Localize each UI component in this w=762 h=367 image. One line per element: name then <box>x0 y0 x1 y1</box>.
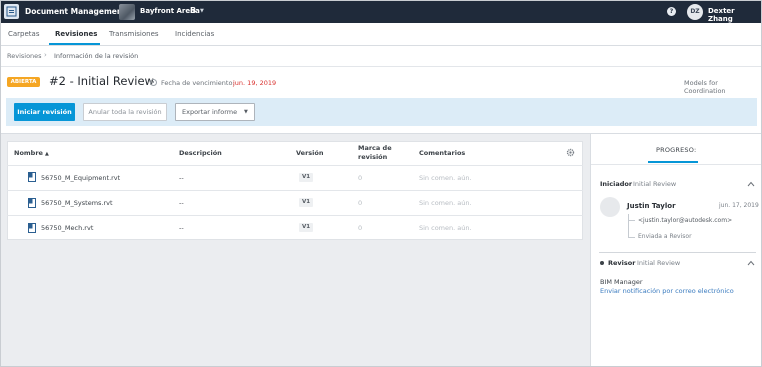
reviewer-label: Revisor <box>608 259 636 267</box>
breadcrumb-current: Información de la revisión <box>54 52 139 60</box>
models-link[interactable]: Models for Coordination <box>684 79 761 95</box>
column-header-name[interactable]: Nombre ▲ <box>14 149 49 157</box>
version-badge[interactable]: V1 <box>299 198 313 207</box>
app-name: Document Management <box>25 7 126 16</box>
top-bar: Document Management▼ Bayfront Arena B ▼ … <box>1 1 761 23</box>
file-rvt-icon <box>28 198 36 208</box>
timeline-connector <box>628 237 635 238</box>
panel-divider <box>591 164 761 165</box>
initiator-email: <justin.taylor@autodesk.com> <box>638 217 733 224</box>
comments-text: Sin comen. aún. <box>419 199 472 207</box>
void-review-button[interactable]: Anular toda la revisión <box>83 103 167 121</box>
avatar <box>600 197 620 217</box>
column-header-version[interactable]: Versión <box>296 149 323 157</box>
user-name[interactable]: Dexter Zhang <box>708 7 761 23</box>
reviewer-role: BIM Manager <box>600 278 643 286</box>
markup-count: 0 <box>358 224 363 232</box>
file-description: -- <box>179 174 184 182</box>
comments-text: Sin comen. aún. <box>419 224 472 232</box>
file-rvt-icon <box>28 172 36 182</box>
due-date-label: Fecha de vencimiento: <box>161 79 235 87</box>
version-badge[interactable]: V1 <box>299 223 313 232</box>
main-tabs: Carpetas Revisiones Transmisiones Incide… <box>1 23 761 46</box>
due-date-value: jun. 19, 2019 <box>233 79 277 87</box>
tab-transmisiones[interactable]: Transmisiones <box>109 30 159 38</box>
app-window: Document Management▼ Bayfront Arena B ▼ … <box>0 0 762 367</box>
timeline-connector <box>628 220 635 221</box>
tab-revisiones[interactable]: Revisiones <box>55 30 97 38</box>
comments-text: Sin comen. aún. <box>419 174 472 182</box>
send-email-notification-link[interactable]: Enviar notificación por correo electróni… <box>600 287 734 295</box>
project-chevron-down-icon[interactable]: ▼ <box>200 8 204 14</box>
column-header-name-label: Nombre <box>14 149 43 157</box>
breadcrumb-root[interactable]: Revisiones <box>7 52 42 60</box>
export-report-label: Exportar informe <box>182 108 238 116</box>
status-badge: ABIERTA <box>7 77 40 87</box>
row-divider <box>7 215 583 216</box>
progress-panel <box>590 133 761 366</box>
project-thumbnail[interactable] <box>119 4 135 20</box>
active-tab-indicator <box>49 43 100 45</box>
sort-asc-icon: ▲ <box>44 151 49 157</box>
tab-carpetas[interactable]: Carpetas <box>8 30 40 38</box>
avatar[interactable]: DZ <box>687 4 703 20</box>
gear-icon[interactable] <box>566 148 575 157</box>
column-header-markup[interactable]: Marca de revisión <box>358 144 398 162</box>
file-description: -- <box>179 199 184 207</box>
tab-incidencias[interactable]: Incidencias <box>175 30 214 38</box>
tab-progress[interactable]: PROGRESO: <box>656 146 696 154</box>
markup-count: 0 <box>358 199 363 207</box>
initiator-name: Justin Taylor <box>627 202 676 210</box>
help-icon[interactable]: ? <box>667 7 676 16</box>
column-header-comments[interactable]: Comentarios <box>419 149 465 157</box>
version-badge[interactable]: V1 <box>299 173 313 182</box>
chevron-down-icon: ▼ <box>244 109 248 115</box>
initiator-status: Enviada a Revisor <box>638 233 692 240</box>
initiator-step: Initial Review <box>633 180 677 188</box>
chevron-right-icon: › <box>44 51 47 59</box>
start-review-button[interactable]: Iniciar revisión <box>14 103 75 121</box>
initiator-label: Iniciador <box>600 180 633 188</box>
file-name[interactable]: 56750_M_Equipment.rvt <box>41 174 120 182</box>
row-divider <box>7 190 583 191</box>
file-name[interactable]: 56750_M_Systems.rvt <box>41 199 113 207</box>
file-name[interactable]: 56750_Mech.rvt <box>41 224 93 232</box>
breadcrumb: Revisiones › Información de la revisión <box>1 46 761 67</box>
section-divider <box>599 252 756 253</box>
project-badge: B <box>190 6 197 15</box>
chevron-up-icon[interactable] <box>747 181 755 187</box>
app-switcher[interactable]: Document Management▼ <box>25 7 133 16</box>
markup-count: 0 <box>358 174 363 182</box>
export-report-dropdown[interactable]: Exportar informe ▼ <box>175 103 255 121</box>
clock-icon <box>150 79 157 86</box>
file-description: -- <box>179 224 184 232</box>
chevron-up-icon[interactable] <box>747 260 755 266</box>
column-header-description[interactable]: Descripción <box>179 149 222 157</box>
reviewer-dot-icon <box>600 261 604 265</box>
timeline-connector <box>628 214 629 238</box>
active-tab-indicator <box>648 161 698 163</box>
row-divider <box>7 165 583 166</box>
file-rvt-icon <box>28 223 36 233</box>
page-title: #2 - Initial Review <box>49 74 154 88</box>
app-logo-icon[interactable] <box>4 4 19 19</box>
initiator-date: jun. 17, 2019 <box>719 202 759 209</box>
reviewer-step: Initial Review <box>637 259 681 267</box>
